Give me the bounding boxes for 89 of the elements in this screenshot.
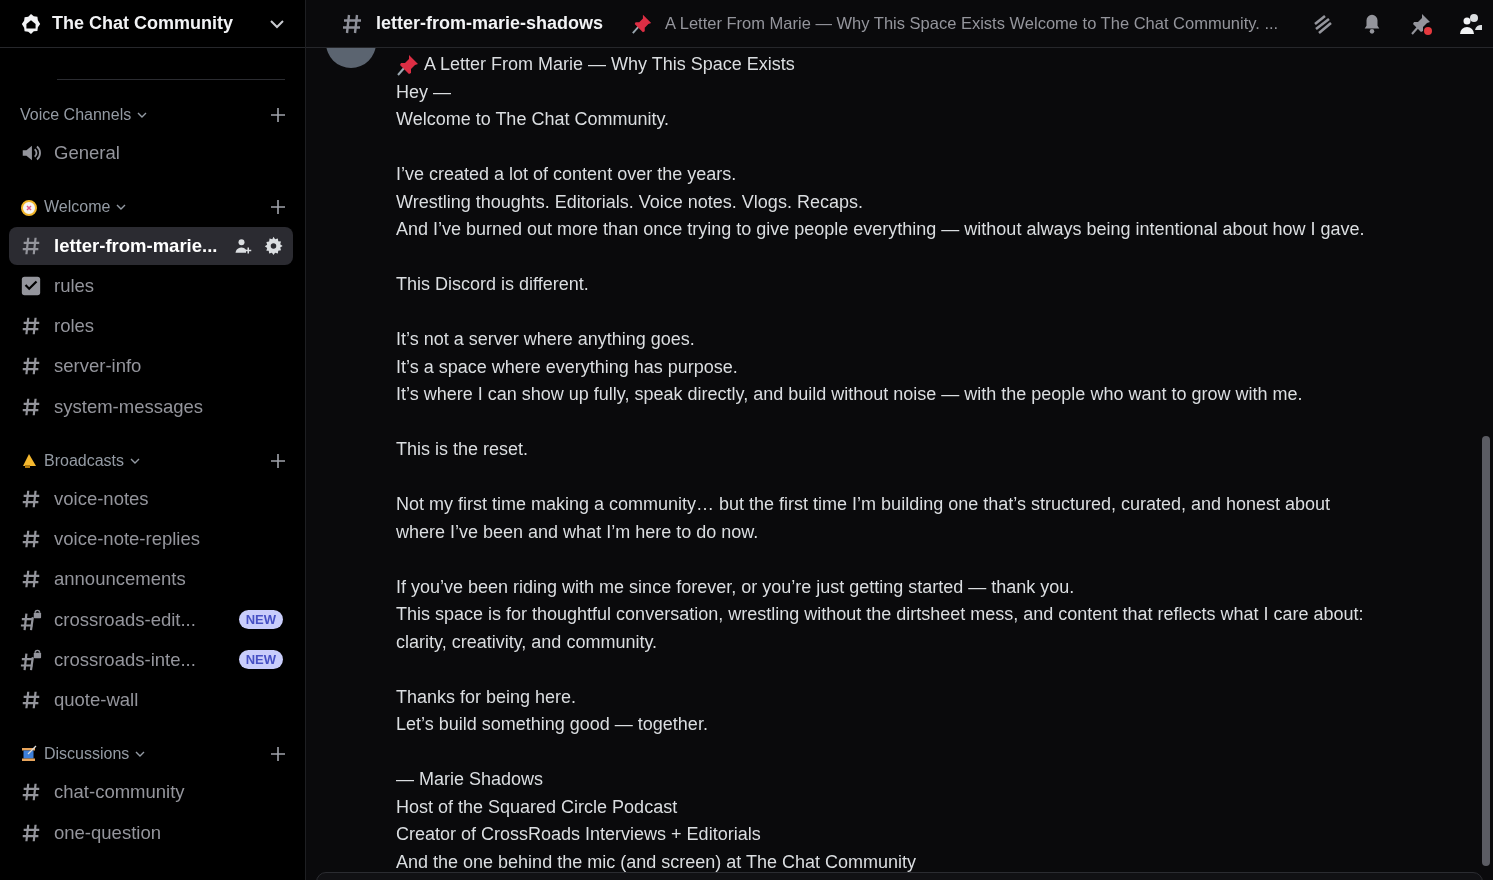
message-line: where I’ve been and what I’m here to do now. (396, 520, 760, 544)
message-line: It’s a space where everything has purpose. (396, 355, 739, 379)
message-line: It’s not a server where anything goes. (396, 328, 696, 351)
message-line: Hey — (396, 80, 452, 104)
channel-item[interactable]: quote-wall (9, 681, 293, 719)
category-header[interactable]: Welcome (0, 190, 305, 225)
message-line: Not my first time making a community… but the first time I’m building one that’s structured, curated, and honest about (396, 493, 1332, 516)
channel-item[interactable]: voice-note-replies (9, 520, 293, 558)
chevron-down-icon (116, 203, 127, 212)
channel-item[interactable]: letter-from-marie... (9, 226, 293, 265)
channel-name: crossroads-edit... (54, 608, 197, 631)
channel-item[interactable]: General (9, 134, 293, 173)
settings-icon[interactable] (264, 236, 283, 255)
channel-name: system-messages (54, 395, 205, 418)
channel-name: voice-notes (54, 487, 150, 510)
message-line: And the one behind the mic (and screen) at The Chat Community (396, 850, 917, 874)
plus-icon[interactable] (271, 200, 285, 215)
new-badge: NEW (238, 610, 283, 629)
new-badge: NEW (238, 650, 283, 670)
plus-icon[interactable] (271, 108, 285, 122)
channel-name: chat-community (54, 781, 186, 804)
message-line: Thanks for being here. (396, 685, 578, 709)
message-line: — Marie Shadows (396, 768, 545, 791)
channel-title: letter-from-marie-shadows (376, 13, 604, 34)
hash-icon (20, 528, 42, 550)
channel-item[interactable]: crossroads-edit... NEW (9, 600, 293, 639)
hash-icon (20, 689, 42, 711)
scrollbar-thumb[interactable] (1482, 436, 1490, 866)
pin-icon[interactable] (1409, 11, 1433, 36)
message-line: If you’ve been riding with me since forever, or you’re just getting started — thank you. (396, 575, 1076, 599)
compass-icon (20, 198, 38, 217)
members-icon[interactable] (1459, 11, 1483, 36)
category-header[interactable]: Voice Channels (0, 98, 305, 132)
message-line: Wrestling thoughts. Editorials. Voice notes. Vlogs. Recaps. (396, 190, 864, 214)
channel-name: General (54, 142, 121, 165)
channel-topic[interactable]: A Letter From Marie — Why This Space Exists Welcome to The Chat Community. ... (665, 14, 1287, 33)
chevron-down-icon (130, 456, 141, 465)
message-line: Creator of CrossRoads Interviews + Editorials (396, 823, 762, 846)
channel-name: voice-note-replies (54, 528, 201, 550)
channel-item[interactable]: server-info (9, 347, 293, 386)
locked-hash-icon (20, 608, 42, 631)
message-line: It’s where I can show up fully, speak directly, and build without noise — with the people who want to grow with me. (396, 383, 1304, 406)
channel-name: server-info (54, 355, 143, 378)
message-line: And I’ve burned out more than once trying to give people everything — without always being intentional about how I gave. (396, 218, 1365, 241)
locked-hash-icon (20, 648, 42, 671)
message-line: I’ve created a lot of content over the years. (396, 163, 738, 186)
message-line: Let’s build something good — together. (396, 713, 709, 736)
channel-item[interactable]: roles (9, 307, 293, 345)
chevron-down-icon (135, 750, 146, 758)
channel-item[interactable]: one-question (9, 813, 293, 852)
plus-icon[interactable] (271, 747, 285, 761)
channel-item[interactable]: voice-notes (9, 479, 293, 518)
category-name: Discussions (44, 745, 130, 763)
message-line: This Discord is different. (396, 273, 590, 296)
message-line: clarity, creativity, and community. (396, 630, 659, 654)
pushpin-icon (396, 52, 420, 77)
channel-name: letter-from-marie... (54, 234, 219, 257)
channel-item[interactable]: crossroads-inte... NEW (9, 640, 293, 679)
category-name: Voice Channels (20, 106, 132, 124)
channel-item[interactable]: chat-community (9, 773, 293, 812)
plus-icon[interactable] (271, 453, 285, 468)
channel-name: roles (54, 315, 96, 337)
category-header[interactable]: Discussions (0, 737, 305, 771)
add-member-icon[interactable] (234, 236, 252, 255)
checkbox-list-icon (20, 274, 42, 297)
channel-name: quote-wall (54, 689, 140, 711)
server-name: The Chat Community (52, 13, 234, 34)
channel-name: crossroads-inte... (54, 648, 197, 671)
home-badge-icon (20, 12, 42, 35)
hash-icon (20, 315, 42, 337)
message-line: Welcome to The Chat Community. (396, 108, 671, 131)
message-line: This space is for thoughtful conversation, wrestling without the dirtsheet mess, and content that reflects what I care about: (396, 603, 1365, 626)
category-name: Welcome (44, 198, 111, 217)
channel-item[interactable]: system-messages (9, 387, 293, 426)
message-line: Host of the Squared Circle Podcast (396, 795, 679, 819)
server-header[interactable]: The Chat Community (0, 0, 305, 48)
chevron-down-icon[interactable] (269, 18, 285, 29)
message-title: A Letter From Marie — Why This Space Exists (424, 53, 795, 76)
channel-name: rules (54, 274, 96, 297)
thread-spool-icon (20, 745, 38, 763)
channel-item[interactable]: rules (9, 266, 293, 305)
pushpin-icon (631, 12, 654, 35)
chevron-down-icon (137, 111, 148, 119)
channel-item[interactable]: announcements (9, 560, 293, 599)
channel-name: announcements (54, 568, 187, 591)
message-line: This is the reset. (396, 438, 530, 461)
category-header[interactable]: Broadcasts (0, 443, 305, 478)
category-name: Broadcasts (44, 451, 125, 470)
channel-name: one-question (54, 821, 162, 844)
